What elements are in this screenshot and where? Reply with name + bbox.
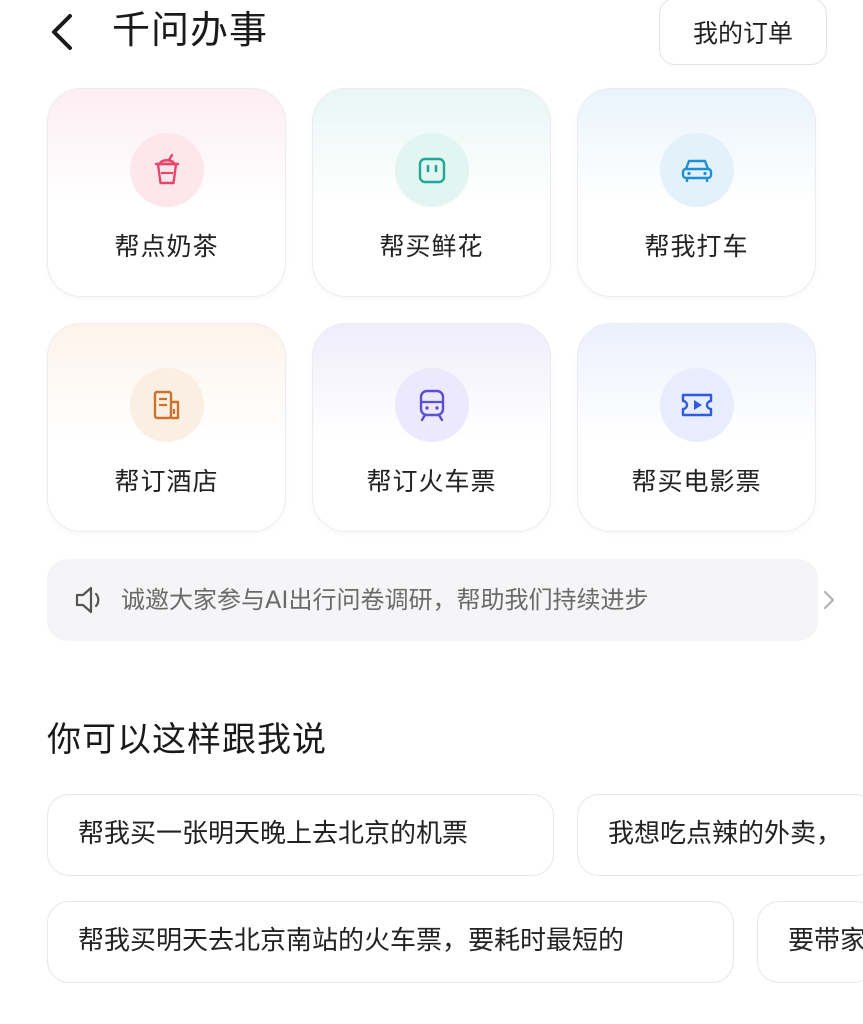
car-icon [681, 159, 713, 182]
service-label: 帮订火车票 [366, 467, 497, 496]
suggestion-chip[interactable]: 要带家 [757, 901, 863, 983]
service-label: 帮买鲜花 [379, 232, 484, 261]
back-button[interactable] [40, 8, 88, 56]
flower-box-icon [418, 157, 446, 184]
service-card-taxi[interactable]: 帮我打车 [577, 88, 816, 297]
suggestions-title: 你可以这样跟我说 [47, 720, 327, 760]
service-card-movie[interactable]: 帮买电影票 [577, 323, 816, 532]
service-label: 帮我打车 [644, 232, 749, 261]
service-card-train[interactable]: 帮订火车票 [312, 323, 551, 532]
survey-notice-banner[interactable]: 诚邀大家参与AI出行问卷调研，帮助我们持续进步 [47, 559, 835, 641]
page-title: 千问办事 [112, 8, 269, 52]
chevron-right-icon [823, 590, 835, 610]
my-orders-button[interactable]: 我的订单 [659, 0, 827, 65]
service-label: 帮订酒店 [114, 467, 219, 496]
service-label: 帮买电影票 [631, 467, 762, 496]
chevron-left-icon [52, 14, 72, 50]
survey-notice-text: 诚邀大家参与AI出行问卷调研，帮助我们持续进步 [121, 586, 649, 614]
speaker-icon [75, 586, 100, 614]
suggestion-chip[interactable]: 帮我买明天去北京南站的火车票，要耗时最短的 [47, 901, 734, 983]
movie-ticket-icon [681, 393, 713, 417]
hotel-building-icon [153, 390, 180, 420]
service-label: 帮点奶茶 [114, 232, 219, 261]
suggestion-chip[interactable]: 我想吃点辣的外卖， [577, 794, 863, 876]
service-card-hotel[interactable]: 帮订酒店 [47, 323, 286, 532]
train-icon [419, 389, 445, 422]
suggestion-chip[interactable]: 帮我买一张明天晚上去北京的机票 [47, 794, 554, 876]
service-card-flowers[interactable]: 帮买鲜花 [312, 88, 551, 297]
milk-tea-cup-icon [154, 153, 180, 185]
service-card-milk-tea[interactable]: 帮点奶茶 [47, 88, 286, 297]
